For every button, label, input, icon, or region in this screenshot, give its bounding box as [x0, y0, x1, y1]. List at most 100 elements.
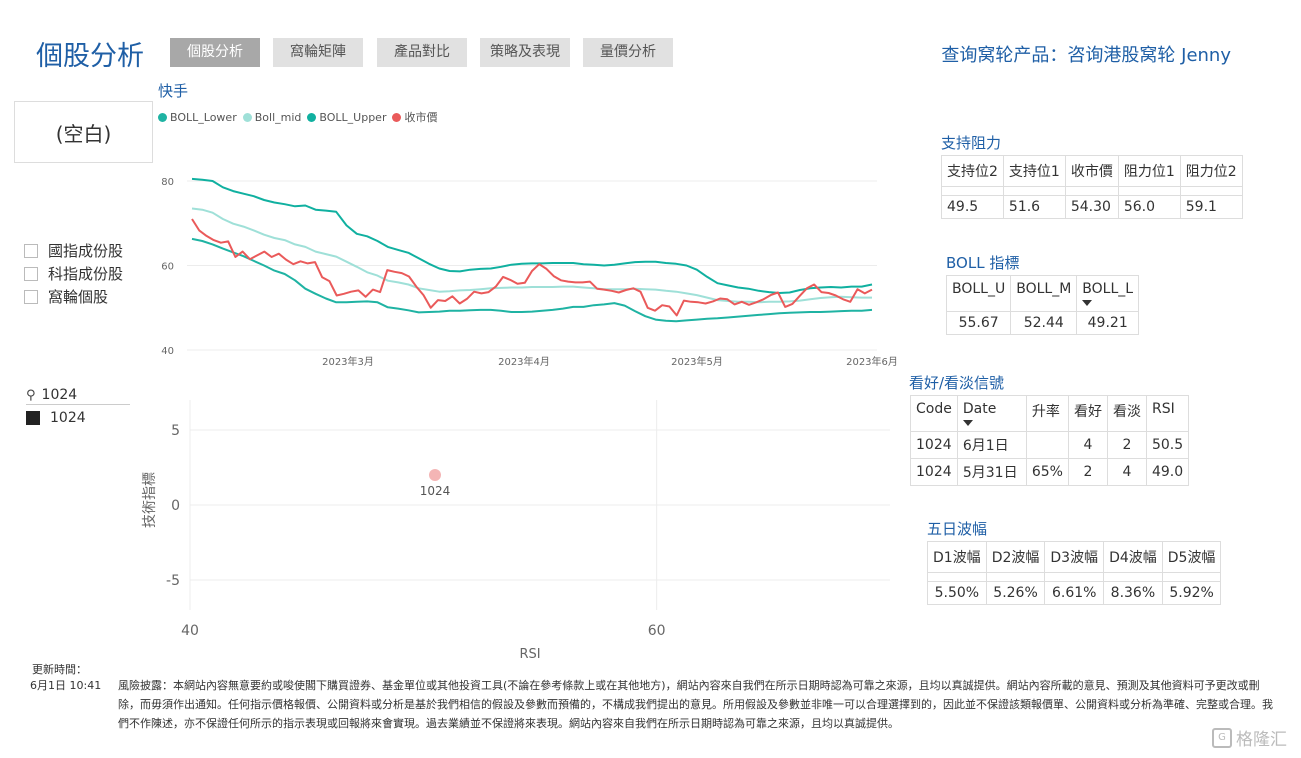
column-header[interactable]: 看好 — [1067, 395, 1108, 432]
column-header[interactable]: BOLL_M — [1010, 275, 1078, 312]
table-cell: 49.21 — [1076, 311, 1140, 335]
filter-hstech[interactable]: 科指成份股 — [24, 263, 123, 284]
table-cell: 4 — [1106, 458, 1147, 486]
filter-hsce[interactable]: 國指成份股 — [24, 240, 123, 261]
five-day-table: D1波幅 D2波幅 D3波幅 D4波幅 D5波幅 5.50% 5.26% 6.6… — [927, 541, 1222, 605]
x-tick-label: 60 — [648, 623, 666, 639]
y-tick-label: 80 — [161, 177, 174, 188]
column-header[interactable]: 升率 — [1025, 395, 1069, 432]
column-header: 支持位2 — [941, 155, 1004, 187]
contact-info: 查询窝轮产品：咨询港股窝轮 Jenny — [941, 45, 1231, 66]
sort-desc-icon — [962, 420, 973, 426]
table-cell: 49.0 — [1145, 458, 1190, 486]
table-row: 5.50% 5.26% 6.61% 8.36% 5.92% — [927, 581, 1222, 605]
boll-title: BOLL 指標 — [946, 254, 1020, 272]
column-header[interactable]: Code — [910, 395, 958, 432]
checkbox[interactable] — [24, 266, 38, 281]
legend-label: 收市價 — [404, 111, 438, 124]
legend-label: BOLL_Lower — [170, 110, 237, 124]
table-cell: 5月31日 — [956, 458, 1027, 486]
table-cell: 6.61% — [1044, 581, 1105, 605]
table-header-row: BOLL_U BOLL_M BOLL_L — [945, 275, 1140, 312]
table-cell: 1024 — [910, 458, 958, 486]
legend-item: Boll_mid — [242, 109, 302, 125]
checkbox[interactable] — [24, 243, 38, 258]
filter-label: 國指成份股 — [48, 242, 124, 260]
page-title: 個股分析 — [36, 41, 144, 72]
y-tick-label: 60 — [161, 262, 174, 273]
scatter-point — [429, 469, 441, 481]
table-cell: 5.26% — [985, 581, 1046, 605]
table-header-row: Code Date 升率 看好 看淡 RSI — [910, 395, 1190, 432]
rsi-scatter-chart: 5 0 -5 40 60 RSI 技術指標 1024 — [142, 400, 890, 662]
point-label: 1024 — [420, 484, 451, 498]
table-cell: 59.1 — [1179, 195, 1243, 219]
filter-warrant-stock[interactable]: 窩輪個股 — [24, 286, 108, 307]
signals-table: Code Date 升率 看好 看淡 RSI 1024 6月1日 4 2 50.… — [910, 395, 1190, 486]
y-axis-label: 技術指標 — [142, 472, 158, 528]
column-header[interactable]: 看淡 — [1106, 395, 1147, 432]
tab-product-compare[interactable]: 產品對比 — [377, 38, 467, 67]
x-tick-label: 2023年6月 — [846, 355, 898, 368]
column-header: D2波幅 — [985, 541, 1046, 573]
table-cell: 50.5 — [1145, 431, 1190, 459]
legend-dot — [307, 112, 317, 122]
legend-dot — [158, 112, 167, 122]
column-header[interactable]: Date — [956, 395, 1027, 432]
column-header[interactable]: BOLL_L — [1076, 275, 1140, 312]
list-item[interactable]: 1024 — [26, 410, 86, 426]
column-header[interactable]: BOLL_U — [945, 275, 1012, 312]
table-cell: 4 — [1067, 431, 1108, 459]
search-input[interactable] — [41, 387, 112, 403]
five-day-title: 五日波幅 — [927, 520, 988, 538]
support-resistance-title: 支持阻力 — [941, 134, 1002, 152]
tab-strategy[interactable]: 策略及表現 — [480, 38, 570, 67]
risk-disclaimer: 風險披露：本網站內容無意要約或唆使閣下購買證券、基金單位或其他投資工具(不論在參… — [118, 679, 1273, 730]
tab-stock-analysis[interactable]: 個股分析 — [170, 38, 260, 67]
legend-label: Boll_mid — [254, 110, 302, 124]
column-header: 收市價 — [1064, 155, 1119, 187]
table-cell: 49.5 — [941, 195, 1004, 219]
column-header[interactable]: RSI — [1145, 395, 1190, 432]
list-item-label: 1024 — [50, 410, 86, 426]
search-box[interactable]: ⚲ — [26, 386, 130, 405]
column-header: 阻力位2 — [1179, 155, 1243, 187]
y-tick-label: 0 — [171, 498, 180, 514]
filter-label: 科指成份股 — [48, 265, 124, 283]
column-header: 支持位1 — [1002, 155, 1066, 187]
checked-checkbox[interactable] — [26, 411, 40, 425]
series-line-Boll_mid — [191, 207, 872, 304]
table-cell: 51.6 — [1002, 195, 1066, 219]
column-header: D4波幅 — [1103, 541, 1163, 573]
x-axis-label: RSI — [519, 647, 540, 662]
signals-title: 看好/看淡信號 — [909, 374, 1005, 392]
table-cell: 2 — [1106, 431, 1147, 459]
column-header: D1波幅 — [927, 541, 987, 573]
chart-legend: BOLL_Lower Boll_mid BOLL_Upper 收市價 — [158, 109, 437, 125]
update-label: 更新時間： — [32, 663, 87, 676]
checkbox[interactable] — [24, 289, 38, 304]
tab-warrant-matrix[interactable]: 窩輪矩陣 — [273, 38, 363, 67]
table-row: 55.67 52.44 49.21 — [945, 311, 1140, 335]
table-cell: 2 — [1067, 458, 1108, 486]
boll-line-chart: 80 60 40 2023年3月 2023年4月 2023年5月 2023年6月 — [161, 177, 898, 368]
watermark: G 格隆汇 — [1212, 725, 1287, 750]
legend-dot — [392, 112, 402, 122]
stock-slicer[interactable]: (空白) — [14, 101, 153, 163]
table-cell: 5.92% — [1161, 581, 1222, 605]
table-row: 1024 5月31日 65% 2 4 49.0 — [910, 458, 1190, 486]
table-cell: 65% — [1025, 458, 1069, 486]
table-cell: 6月1日 — [956, 431, 1027, 459]
legend-label: BOLL_Upper — [319, 110, 387, 124]
watermark-text: 格隆汇 — [1236, 730, 1287, 750]
sort-desc-icon — [1082, 300, 1093, 306]
x-tick-label: 2023年4月 — [498, 355, 550, 368]
legend-item: 收市價 — [392, 109, 437, 125]
table-cell: 8.36% — [1103, 581, 1163, 605]
table-cell: 52.44 — [1010, 311, 1078, 335]
tab-volume-price[interactable]: 量價分析 — [583, 38, 673, 67]
x-tick-label: 2023年5月 — [671, 355, 723, 368]
table-cell: 54.30 — [1064, 195, 1119, 219]
y-tick-label: -5 — [166, 573, 180, 589]
table-cell: 5.50% — [927, 581, 987, 605]
